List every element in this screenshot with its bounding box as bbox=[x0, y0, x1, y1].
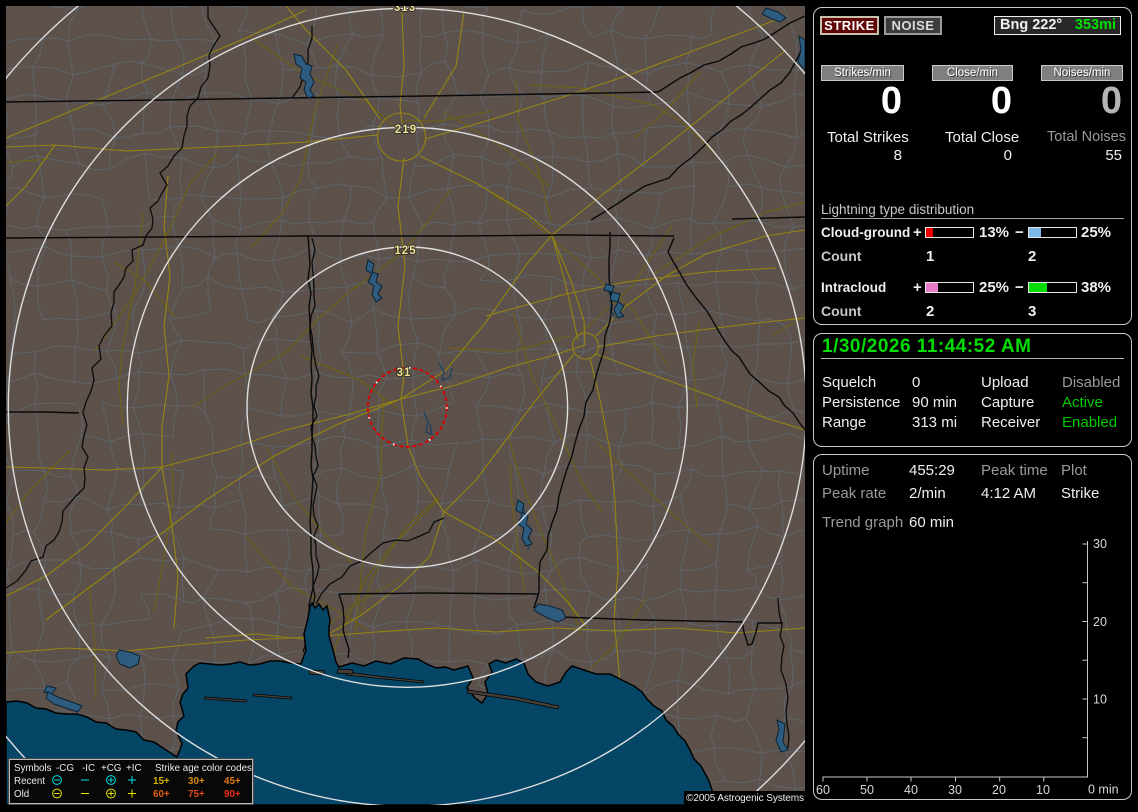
svg-text:10: 10 bbox=[1093, 693, 1107, 707]
svg-text:30: 30 bbox=[1093, 537, 1107, 551]
svg-text:50: 50 bbox=[860, 783, 874, 797]
svg-text:20: 20 bbox=[992, 783, 1006, 797]
svg-text:20: 20 bbox=[1093, 615, 1107, 629]
svg-text:31: 31 bbox=[397, 367, 412, 379]
svg-text:60: 60 bbox=[816, 783, 830, 797]
svg-text:313: 313 bbox=[394, 6, 416, 14]
svg-text:30: 30 bbox=[948, 783, 962, 797]
svg-text:10: 10 bbox=[1036, 783, 1050, 797]
svg-text:40: 40 bbox=[904, 783, 918, 797]
svg-text:0 min: 0 min bbox=[1088, 783, 1119, 797]
svg-text:219: 219 bbox=[395, 124, 417, 136]
svg-text:125: 125 bbox=[394, 245, 416, 257]
